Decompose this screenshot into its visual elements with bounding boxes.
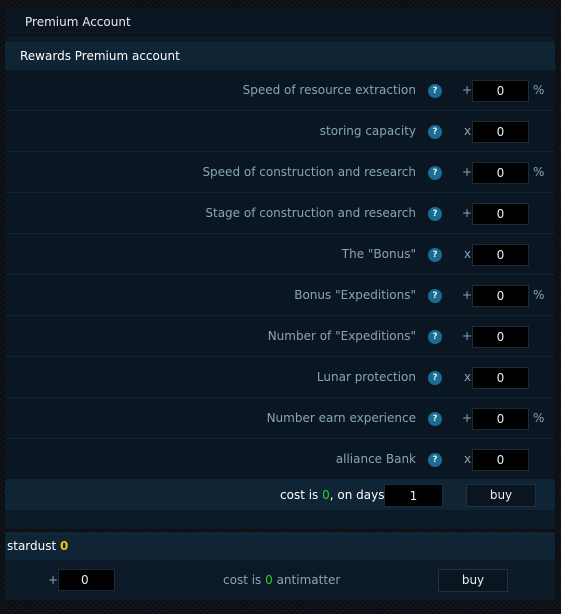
help-icon[interactable]: ? — [428, 125, 442, 139]
cost-row: cost is 0, on days: buy — [5, 480, 555, 510]
cost-suffix: , on days: — [329, 488, 389, 502]
reward-label: Lunar protection — [316, 370, 416, 384]
reward-row: alliance Bank? x — [5, 439, 555, 480]
reward-value-input[interactable] — [472, 326, 529, 348]
reward-row: storing capacity? x — [5, 111, 555, 152]
help-icon[interactable]: ? — [428, 453, 442, 467]
unit-label: % — [533, 288, 545, 302]
unit-label: % — [533, 411, 545, 425]
operator-sign: + — [462, 329, 473, 343]
premium-panel: Premium Account Rewards Premium account … — [5, 8, 555, 529]
buy-button[interactable]: buy — [466, 484, 536, 507]
reward-row: Number of "Expeditions"? + — [5, 316, 555, 357]
cost-amount: 0 — [322, 488, 330, 502]
operator-sign: + — [462, 165, 473, 179]
stardust-header: stardust 0 — [5, 532, 555, 560]
stardust-cost-prefix: cost is — [223, 573, 266, 587]
unit-label: % — [533, 83, 545, 97]
reward-row: Speed of resource extraction? +% — [5, 70, 555, 111]
reward-value-input[interactable] — [472, 203, 529, 225]
reward-row: Speed of construction and research? +% — [5, 152, 555, 193]
reward-label: Number of "Expeditions" — [267, 329, 416, 343]
operator-sign: x — [464, 452, 472, 466]
reward-label: Speed of construction and research — [202, 165, 416, 179]
section-title: Rewards Premium account — [5, 42, 555, 70]
operator-sign: + — [462, 206, 473, 220]
operator-sign: + — [462, 83, 473, 97]
reward-value-input[interactable] — [472, 244, 529, 266]
reward-value-input[interactable] — [472, 408, 529, 430]
help-icon[interactable]: ? — [428, 330, 442, 344]
operator-sign: x — [464, 370, 472, 384]
reward-value-input[interactable] — [472, 285, 529, 307]
stardust-label: stardust — [7, 539, 61, 553]
help-icon[interactable]: ? — [428, 371, 442, 385]
stardust-panel: stardust 0 + cost is 0 antimatter buy — [5, 532, 555, 600]
reward-label: Number earn experience — [266, 411, 416, 425]
operator-sign: + — [462, 288, 473, 302]
reward-value-input[interactable] — [472, 121, 529, 143]
unit-label: % — [533, 165, 545, 179]
reward-value-input[interactable] — [472, 449, 529, 471]
reward-label: Speed of resource extraction — [242, 83, 416, 97]
days-input[interactable] — [384, 484, 443, 507]
reward-label: storing capacity — [319, 124, 416, 138]
reward-label: Stage of construction and research — [205, 206, 416, 220]
cost-prefix: cost is — [280, 488, 323, 502]
help-icon[interactable]: ? — [428, 166, 442, 180]
operator-sign: x — [464, 247, 472, 261]
reward-row: The "Bonus"? x — [5, 234, 555, 275]
help-icon[interactable]: ? — [428, 84, 442, 98]
operator-sign: x — [464, 124, 472, 138]
stardust-plus: + — [48, 573, 59, 587]
help-icon[interactable]: ? — [428, 248, 442, 262]
reward-label: Bonus "Expeditions" — [294, 288, 416, 302]
help-icon[interactable]: ? — [428, 289, 442, 303]
stardust-input[interactable] — [58, 569, 115, 591]
reward-row: Lunar protection? x — [5, 357, 555, 398]
rewards-list: Speed of resource extraction? +% storing c… — [5, 70, 555, 480]
help-icon[interactable]: ? — [428, 412, 442, 426]
operator-sign: + — [462, 411, 473, 425]
stardust-body: + cost is 0 antimatter buy — [5, 560, 555, 600]
stardust-cost-amount: 0 — [265, 573, 273, 587]
stardust-buy-button[interactable]: buy — [438, 569, 508, 592]
stardust-cost-text: cost is 0 antimatter — [223, 560, 340, 600]
reward-label: The "Bonus" — [341, 247, 416, 261]
reward-row: Stage of construction and research? + — [5, 193, 555, 234]
reward-value-input[interactable] — [472, 367, 529, 389]
reward-value-input[interactable] — [472, 80, 529, 102]
reward-value-input[interactable] — [472, 162, 529, 184]
stardust-amount: 0 — [60, 539, 69, 553]
stardust-cost-suffix: antimatter — [272, 573, 341, 587]
cost-text: cost is 0, on days: — [280, 480, 389, 510]
reward-row: Bonus "Expeditions"? +% — [5, 275, 555, 316]
help-icon[interactable]: ? — [428, 207, 442, 221]
reward-label: alliance Bank — [335, 452, 416, 466]
reward-row: Number earn experience? +% — [5, 398, 555, 439]
panel-title: Premium Account — [5, 8, 555, 36]
